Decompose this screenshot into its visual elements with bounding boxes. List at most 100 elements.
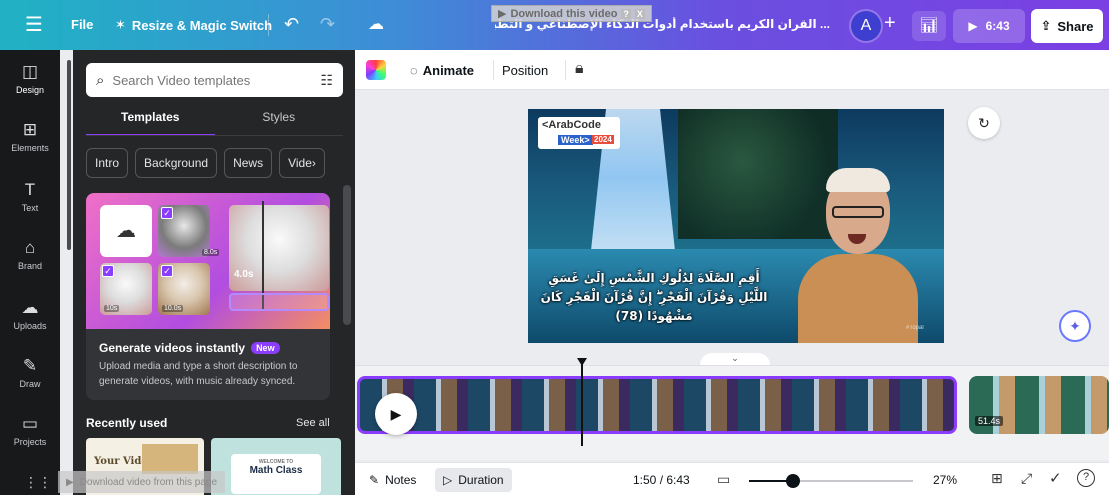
- template-image: [142, 444, 198, 474]
- present-button[interactable]: ▶ 6:43: [953, 9, 1025, 43]
- comment-icon[interactable]: ↻: [968, 107, 1000, 139]
- rail-item-design[interactable]: ◫ Design: [0, 62, 60, 95]
- notes-label: Notes: [385, 473, 417, 487]
- category-chips: Intro Background News Vide›: [86, 148, 325, 178]
- chip-video[interactable]: Vide›: [279, 148, 325, 178]
- draw-icon: ✎: [22, 356, 38, 375]
- rail-label: Projects: [13, 437, 47, 447]
- rail-label: Draw: [19, 379, 41, 389]
- zoom-slider-knob[interactable]: [786, 474, 800, 488]
- promo-time: 4.0s: [234, 269, 254, 280]
- check-circle-icon[interactable]: ✓: [1049, 469, 1062, 487]
- speaker-cap: [826, 168, 890, 192]
- rail-item-text[interactable]: T Text: [0, 180, 60, 213]
- recent-template[interactable]: WELCOME TO Math Class: [211, 438, 341, 495]
- page-view-icon[interactable]: ▭: [717, 471, 730, 488]
- search-input[interactable]: [112, 72, 293, 88]
- elements-icon: ⊞: [22, 120, 38, 139]
- speaker-photo: [798, 164, 918, 343]
- promo-description: Upload media and type a short descriptio…: [99, 361, 298, 387]
- arabcode-week-logo: <ArabCode Week> 2024: [538, 117, 620, 149]
- redo-icon[interactable]: ↷: [320, 14, 335, 35]
- download-banner-label: Download this video: [510, 7, 618, 20]
- search-box: ⌕ ☷: [86, 63, 343, 97]
- divider: [493, 60, 494, 80]
- help-icon[interactable]: ?: [1077, 469, 1095, 487]
- animate-button[interactable]: ◌ Animate: [410, 63, 474, 78]
- grid-view-icon[interactable]: ⊞: [991, 470, 1003, 487]
- download-video-overlay[interactable]: ▶ Download video from this page: [58, 471, 226, 493]
- chip-intro[interactable]: Intro: [86, 148, 129, 178]
- rail-item-draw[interactable]: ✎ Draw: [0, 356, 60, 389]
- quran-verse-text: أَقِمِ الصَّلَاةَ لِدُلُوكِ الشَّمْسِ إِ…: [540, 271, 768, 323]
- play-button[interactable]: ▶: [375, 393, 417, 435]
- rail-scrollbar[interactable]: [67, 60, 71, 250]
- download-video-banner[interactable]: ▶ Download this video ? X: [491, 5, 652, 22]
- canvas-area: <ArabCode Week> 2024 أَقِمِ الصَّلَاةَ ل…: [355, 91, 1109, 365]
- resize-button[interactable]: ✶ Resize & Magic Switch: [115, 17, 272, 33]
- speaker-glasses: [832, 206, 884, 218]
- clip-time: 8.0s: [202, 249, 220, 256]
- watermark: #Topal: [906, 325, 924, 331]
- logo-year: 2024: [592, 135, 614, 144]
- share-icon: ⇪: [1040, 18, 1052, 33]
- rail-label: Text: [21, 203, 39, 213]
- play-icon: ▶: [968, 19, 978, 33]
- clip-time: 10.0s: [162, 305, 184, 312]
- clip-time: 10s: [104, 305, 120, 312]
- timeline-clip-selected[interactable]: [357, 376, 957, 434]
- rail-item-elements[interactable]: ⊞ Elements: [0, 120, 60, 153]
- magic-assistant-icon[interactable]: ✦: [1059, 310, 1091, 342]
- rail-item-projects[interactable]: ▭ Projects: [0, 414, 60, 447]
- upload-cloud-icon: ☁: [21, 298, 39, 317]
- lock-icon[interactable]: 🔒︎: [575, 60, 584, 78]
- tab-styles[interactable]: Styles: [215, 110, 344, 136]
- upload-cloud-icon: ☁: [100, 205, 152, 257]
- logo-text: <ArabCode: [542, 119, 601, 131]
- cloud-saved-icon[interactable]: ☁: [368, 14, 384, 34]
- chip-news[interactable]: News: [224, 148, 273, 178]
- fullscreen-icon[interactable]: ⤢: [1021, 470, 1032, 487]
- position-button[interactable]: Position: [502, 63, 548, 78]
- panel-scrollbar[interactable]: [343, 185, 351, 325]
- hamburger-icon[interactable]: ☰: [22, 14, 46, 36]
- video-slide[interactable]: <ArabCode Week> 2024 أَقِمِ الصَّلَاةَ ل…: [528, 109, 944, 343]
- audio-waveform: [229, 293, 329, 311]
- time-display: 1:50 / 6:43: [633, 473, 690, 487]
- close-icon[interactable]: X: [634, 8, 645, 19]
- file-menu[interactable]: File: [71, 17, 93, 32]
- color-picker-icon[interactable]: [366, 60, 386, 80]
- speaker-body: [798, 254, 918, 343]
- zoom-level[interactable]: 27%: [933, 473, 957, 487]
- zoom-slider[interactable]: [749, 474, 913, 488]
- help-icon[interactable]: ?: [621, 8, 631, 19]
- add-collaborator-icon[interactable]: +: [884, 12, 896, 35]
- chip-background[interactable]: Background: [135, 148, 218, 178]
- canva-editor: ☰ File ✶ Resize & Magic Switch ↶ ↷ ☁ ...…: [0, 0, 1109, 495]
- timeline: 51.4s ▶: [355, 358, 1109, 460]
- rail-label: Elements: [11, 143, 49, 153]
- rail-item-uploads[interactable]: ☁ Uploads: [0, 298, 60, 331]
- avatar[interactable]: A: [851, 11, 881, 41]
- see-all-link[interactable]: See all: [296, 417, 330, 429]
- text-icon: T: [24, 180, 36, 199]
- apps-grid-icon[interactable]: ⋮⋮: [24, 474, 52, 491]
- promo-title-text: Generate videos instantly: [99, 341, 246, 355]
- undo-icon[interactable]: ↶: [284, 14, 299, 35]
- generate-videos-card[interactable]: ☁ ✓ ✓ 10s ✓ 10.0s 8.0s 4.0s Generate vid…: [86, 193, 330, 400]
- share-button[interactable]: ⇪ Share: [1031, 9, 1103, 43]
- insights-chart-icon[interactable]: 📊︎: [912, 11, 946, 41]
- checkbox-icon: ✓: [161, 207, 173, 219]
- rail-label: Design: [15, 85, 44, 95]
- filter-icon[interactable]: ☷: [320, 72, 333, 89]
- playhead-line[interactable]: [581, 362, 583, 446]
- tab-templates[interactable]: Templates: [86, 110, 215, 136]
- duration-button[interactable]: ▷ Duration: [435, 468, 512, 492]
- logo-text: Week>: [558, 135, 593, 145]
- play-icon: ▶: [498, 8, 507, 20]
- divider: [86, 135, 343, 136]
- rail-item-brand[interactable]: ⌂ Brand: [0, 238, 60, 271]
- templates-panel: ⌕ ☷ Templates Styles Intro Background Ne…: [73, 50, 355, 495]
- notes-button[interactable]: ✎ Notes: [369, 473, 416, 487]
- present-time: 6:43: [985, 19, 1010, 33]
